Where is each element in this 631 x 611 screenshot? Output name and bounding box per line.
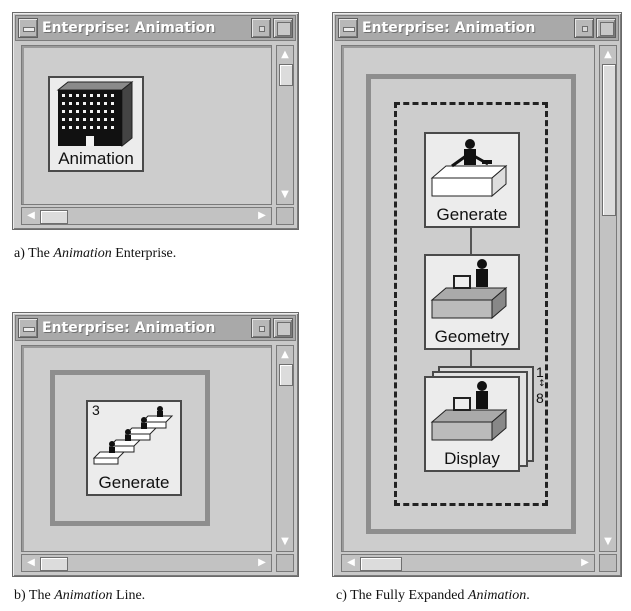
window-menu-button[interactable] — [18, 318, 38, 338]
stacked-workers-icon — [92, 406, 174, 465]
scroll-down-arrow-icon[interactable]: ▼ — [279, 535, 291, 549]
vertical-scrollbar[interactable]: ▲ ▼ — [599, 45, 617, 552]
scroll-down-arrow-icon[interactable]: ▼ — [279, 188, 291, 202]
scroll-up-arrow-icon[interactable]: ▲ — [279, 348, 291, 362]
vertical-scrollbar[interactable]: ▲ ▼ — [276, 345, 294, 552]
horizontal-scrollbar[interactable]: ◀ ▶ — [21, 207, 272, 225]
title-bar[interactable]: Enterprise: Animation — [15, 315, 296, 341]
horizontal-scroll-thumb[interactable] — [40, 210, 68, 224]
connector-line — [470, 228, 472, 256]
scroll-left-arrow-icon[interactable]: ◀ — [24, 209, 38, 223]
icon-label: Generate — [98, 473, 170, 492]
display-node-icon[interactable]: Display — [424, 376, 520, 472]
animation-enterprise-icon[interactable]: Animation — [48, 76, 144, 172]
title-bar[interactable]: Enterprise: Animation — [15, 15, 296, 41]
scroll-up-arrow-icon[interactable]: ▲ — [602, 48, 614, 62]
window-animation-line: Enterprise: Animation 3 Generate ▲ ▼ ◀ ▶ — [12, 312, 299, 577]
worker-at-desk-icon — [430, 139, 508, 198]
caption-c: c) The Fully Expanded Animation. — [336, 588, 530, 603]
scrollbar-corner — [276, 207, 294, 225]
replication-arrow-icon: ↕ — [538, 379, 546, 389]
title-bar[interactable]: Enterprise: Animation — [335, 15, 619, 41]
replication-max: 8 — [536, 390, 544, 406]
scroll-right-arrow-icon[interactable]: ▶ — [578, 556, 592, 570]
horizontal-scrollbar[interactable]: ◀ ▶ — [341, 554, 595, 572]
geometry-node-icon[interactable]: Geometry — [424, 254, 520, 350]
scroll-left-arrow-icon[interactable]: ◀ — [24, 556, 38, 570]
window-animation-enterprise: Enterprise: Animation Animation ▲ ▼ ◀ ▶ — [12, 12, 299, 230]
scrollbar-corner — [276, 554, 294, 572]
caption-b: b) The Animation Line. — [14, 588, 146, 603]
replication-min: 1 — [536, 364, 544, 380]
scrollbar-corner — [599, 554, 617, 572]
scroll-right-arrow-icon[interactable]: ▶ — [255, 209, 269, 223]
window-title: Enterprise: Animation — [42, 20, 216, 36]
generate-node-icon[interactable]: Generate — [424, 132, 520, 228]
worker-at-desk-icon — [430, 381, 508, 442]
building-icon — [56, 80, 134, 148]
canvas-area[interactable]: Generate Geometry Display 1 ↕ 8 — [341, 45, 595, 552]
window-menu-button[interactable] — [18, 18, 38, 38]
maximize-button[interactable] — [273, 18, 293, 38]
scroll-up-arrow-icon[interactable]: ▲ — [279, 48, 291, 62]
node-label-geometry: Geometry — [434, 327, 510, 346]
vertical-scrollbar[interactable]: ▲ ▼ — [276, 45, 294, 205]
vertical-scroll-thumb[interactable] — [602, 64, 616, 216]
horizontal-scrollbar[interactable]: ◀ ▶ — [21, 554, 272, 572]
scroll-right-arrow-icon[interactable]: ▶ — [255, 556, 269, 570]
minimize-button[interactable] — [574, 18, 594, 38]
scroll-left-arrow-icon[interactable]: ◀ — [344, 556, 358, 570]
vertical-scroll-thumb[interactable] — [279, 364, 293, 386]
canvas-area[interactable]: Animation — [21, 45, 272, 205]
maximize-button[interactable] — [596, 18, 616, 38]
vertical-scroll-thumb[interactable] — [279, 64, 293, 86]
minimize-button[interactable] — [251, 318, 271, 338]
canvas-area[interactable]: 3 Generate — [21, 345, 272, 552]
horizontal-scroll-thumb[interactable] — [360, 557, 402, 571]
scroll-down-arrow-icon[interactable]: ▼ — [602, 535, 614, 549]
window-title: Enterprise: Animation — [362, 20, 536, 36]
window-title: Enterprise: Animation — [42, 320, 216, 336]
maximize-button[interactable] — [273, 318, 293, 338]
window-fully-expanded: Enterprise: Animation Generate Geometry … — [332, 12, 622, 577]
window-menu-button[interactable] — [338, 18, 358, 38]
horizontal-scroll-thumb[interactable] — [40, 557, 68, 571]
minimize-button[interactable] — [251, 18, 271, 38]
node-label-display: Display — [444, 449, 500, 468]
caption-a: a) The Animation Enterprise. — [14, 246, 177, 261]
worker-at-desk-icon — [430, 259, 508, 320]
generate-line-icon[interactable]: 3 Generate — [86, 400, 182, 496]
icon-label: Animation — [58, 149, 134, 168]
node-label-generate: Generate — [436, 205, 508, 224]
